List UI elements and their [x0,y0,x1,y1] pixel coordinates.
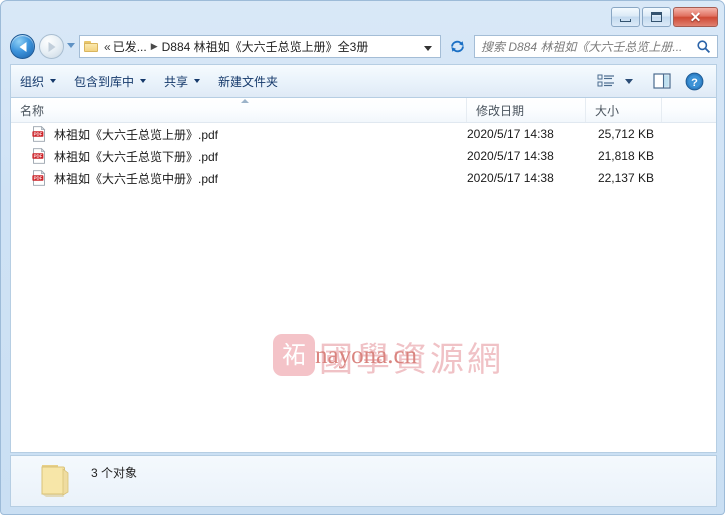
chevron-down-icon[interactable] [424,46,432,51]
organize-label: 组织 [20,74,45,89]
maximize-icon [651,12,662,22]
file-size-cell: 21,818 KB [597,149,654,163]
file-name-cell[interactable]: PDF 林祖如《大六壬总览下册》.pdf [11,147,219,165]
help-icon: ? [685,72,704,90]
breadcrumb-separator-icon: ▶ [150,41,158,51]
table-row[interactable]: PDF 林祖如《大六壬总览中册》.pdf 2020/5/17 14:38 22,… [11,167,716,189]
recent-pages-icon[interactable] [67,43,75,48]
table-row[interactable]: PDF 林祖如《大六壬总览下册》.pdf 2020/5/17 14:38 21,… [11,145,716,167]
chevron-down-icon[interactable] [625,78,633,84]
command-toolbar: 组织 包含到库中 共享 新建文件夹 ? [10,64,717,97]
column-header-size-label: 大小 [595,103,620,118]
column-header-row: 名称 修改日期 大小 [11,98,716,123]
explorer-window: ✕ « 已发... ▶ D884 林祖如《大六壬总览上册》全3册 搜索 D884… [0,0,725,515]
file-rows: PDF 林祖如《大六壬总览上册》.pdf 2020/5/17 14:38 25,… [11,123,716,189]
pdf-file-icon: PDF [31,169,47,186]
sort-ascending-icon [241,99,249,103]
address-bar[interactable]: « 已发... ▶ D884 林祖如《大六壬总览上册》全3册 [79,35,441,58]
view-options-icon [597,74,614,86]
file-size-cell: 22,137 KB [597,171,654,185]
svg-text:PDF: PDF [34,154,43,159]
breadcrumb-item-current[interactable]: D884 林祖如《大六壬总览上册》全3册 [162,38,369,55]
folder-icon [84,40,100,53]
column-header-date-label: 修改日期 [476,103,525,118]
forward-arrow-icon [48,41,55,52]
share-label: 共享 [164,74,189,89]
status-count-label: 3 个对象 [91,466,138,480]
column-header-name-label: 名称 [20,103,45,118]
svg-text:PDF: PDF [34,132,43,137]
chevron-down-icon [140,79,147,83]
svg-text:?: ? [691,77,698,89]
file-date-cell: 2020/5/17 14:38 [467,149,554,163]
watermark-logo-glyph: 祏 [282,341,306,369]
preview-pane-button[interactable] [643,73,681,89]
pdf-file-icon: PDF [31,125,47,142]
search-box[interactable]: 搜索 D884 林祖如《大六壬总览上册... [474,35,718,58]
column-header-extra[interactable] [662,98,716,122]
chevron-down-icon [50,79,57,83]
close-icon: ✕ [689,9,702,25]
toolbar-right-group: ? [591,72,716,91]
refresh-icon [450,40,464,53]
back-arrow-icon [19,41,26,52]
minimize-button[interactable] [611,7,640,27]
new-folder-label: 新建文件夹 [218,74,279,89]
minimize-icon [620,18,631,22]
watermark-site-name: 國學資源網 [319,340,504,380]
folder-icon [36,462,74,498]
column-header-name[interactable]: 名称 [11,98,467,122]
search-input[interactable]: 搜索 D884 林祖如《大六壬总览上册... [481,38,696,55]
title-bar: ✕ [1,1,725,31]
file-name-label: 林祖如《大六壬总览下册》.pdf [54,149,219,164]
svg-text:PDF: PDF [34,176,43,181]
window-controls: ✕ [611,7,718,27]
file-name-cell[interactable]: PDF 林祖如《大六壬总览中册》.pdf [11,169,219,187]
chevron-down-icon [194,79,201,83]
address-bar-row: « 已发... ▶ D884 林祖如《大六壬总览上册》全3册 搜索 D884 林… [1,32,725,62]
watermark: 祏 國學資源網 nayona.cn [273,330,503,386]
share-button[interactable]: 共享 [155,70,209,92]
refresh-button[interactable] [445,35,469,58]
watermark-domain: nayona.cn [315,342,418,369]
help-button[interactable]: ? [681,72,710,91]
watermark-logo-icon: 祏 [273,334,315,376]
file-size-cell: 25,712 KB [597,127,654,141]
forward-button[interactable] [39,34,64,59]
pdf-file-icon: PDF [31,147,47,164]
table-row[interactable]: PDF 林祖如《大六壬总览上册》.pdf 2020/5/17 14:38 25,… [11,123,716,145]
file-date-cell: 2020/5/17 14:38 [467,171,554,185]
breadcrumb-item-parent[interactable]: 已发... [113,38,147,55]
preview-pane-icon [653,73,671,89]
include-in-library-button[interactable]: 包含到库中 [65,70,155,92]
maximize-button[interactable] [642,7,671,27]
column-header-size[interactable]: 大小 [586,98,662,122]
back-button[interactable] [10,34,35,59]
file-name-cell[interactable]: PDF 林祖如《大六壬总览上册》.pdf [11,125,219,143]
file-name-label: 林祖如《大六壬总览中册》.pdf [54,171,219,186]
include-in-library-label: 包含到库中 [74,74,135,89]
column-header-date[interactable]: 修改日期 [467,98,586,122]
view-options-button[interactable] [591,74,617,89]
status-bar: 3 个对象 [10,455,717,507]
file-date-cell: 2020/5/17 14:38 [467,127,554,141]
file-list-pane: 名称 修改日期 大小 PDF 林祖如《大六壬总览上册》.pdf 2020/5/1… [10,97,717,453]
breadcrumb-overflow-icon[interactable]: « [104,40,111,54]
new-folder-button[interactable]: 新建文件夹 [209,70,287,92]
close-button[interactable]: ✕ [673,7,718,27]
search-icon[interactable] [696,39,711,54]
organize-button[interactable]: 组织 [11,70,65,92]
file-name-label: 林祖如《大六壬总览上册》.pdf [54,127,219,142]
